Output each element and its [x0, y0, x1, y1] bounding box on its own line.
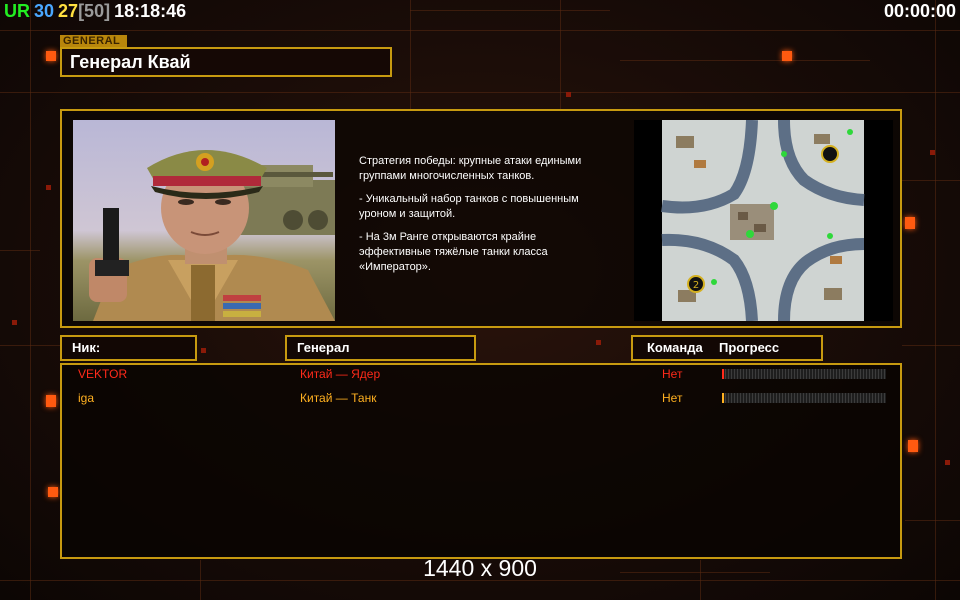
general-description: Стратегия победы: крупные атаки едиными … — [359, 154, 629, 283]
player-team: Нет — [662, 367, 683, 381]
resolution-label: 1440 x 900 — [423, 555, 537, 581]
player-general: Китай — Танк — [300, 391, 377, 405]
hud-n1: 30 — [34, 1, 55, 21]
hud-timer: 00:00:00 — [883, 1, 956, 21]
start-position-2: 2 — [693, 280, 699, 291]
player-progress-bar — [722, 369, 886, 379]
general-info-panel: Стратегия победы: крупные атаки едиными … — [60, 109, 902, 328]
description-strategy: Стратегия победы: крупные атаки едиными … — [359, 155, 582, 182]
player-row: iga Китай — Танк Нет — [62, 391, 900, 409]
description-rank: - На 3м Ранге открываются крайне эффекти… — [359, 231, 548, 273]
progress-header-label: Прогресс — [719, 340, 780, 355]
general-name-box: Генерал Квай — [60, 47, 392, 77]
player-progress-bar — [722, 393, 886, 403]
general-tab-label: GENERAL — [60, 35, 127, 47]
player-team: Нет — [662, 391, 683, 405]
column-header-nick: Ник: — [60, 335, 197, 361]
hud-n3: [50] — [78, 1, 111, 21]
column-header-general: Генерал — [285, 335, 476, 361]
hud-clock: 18:18:46 — [114, 1, 187, 21]
nick-header-label: Ник: — [72, 340, 101, 355]
map-preview: 2 — [634, 120, 893, 321]
general-header-label: Генерал — [297, 340, 350, 355]
player-nick: iga — [78, 391, 95, 405]
hud-ur: UR — [4, 1, 30, 21]
general-portrait — [73, 120, 335, 321]
player-row: VEKTOR Китай — Ядер Нет — [62, 367, 900, 385]
player-nick: VEKTOR — [78, 367, 128, 381]
general-name: Генерал Квай — [70, 52, 191, 72]
player-general: Китай — Ядер — [300, 367, 381, 381]
hud-stats: UR 30 27[50] 18:18:46 — [4, 1, 190, 22]
team-header-label: Команда — [647, 340, 703, 355]
description-tanks: - Уникальный набор танков с повышенным у… — [359, 193, 579, 220]
hud-n2: 27 — [58, 1, 79, 21]
player-list: VEKTOR Китай — Ядер Нет iga Китай — Танк… — [60, 363, 902, 559]
